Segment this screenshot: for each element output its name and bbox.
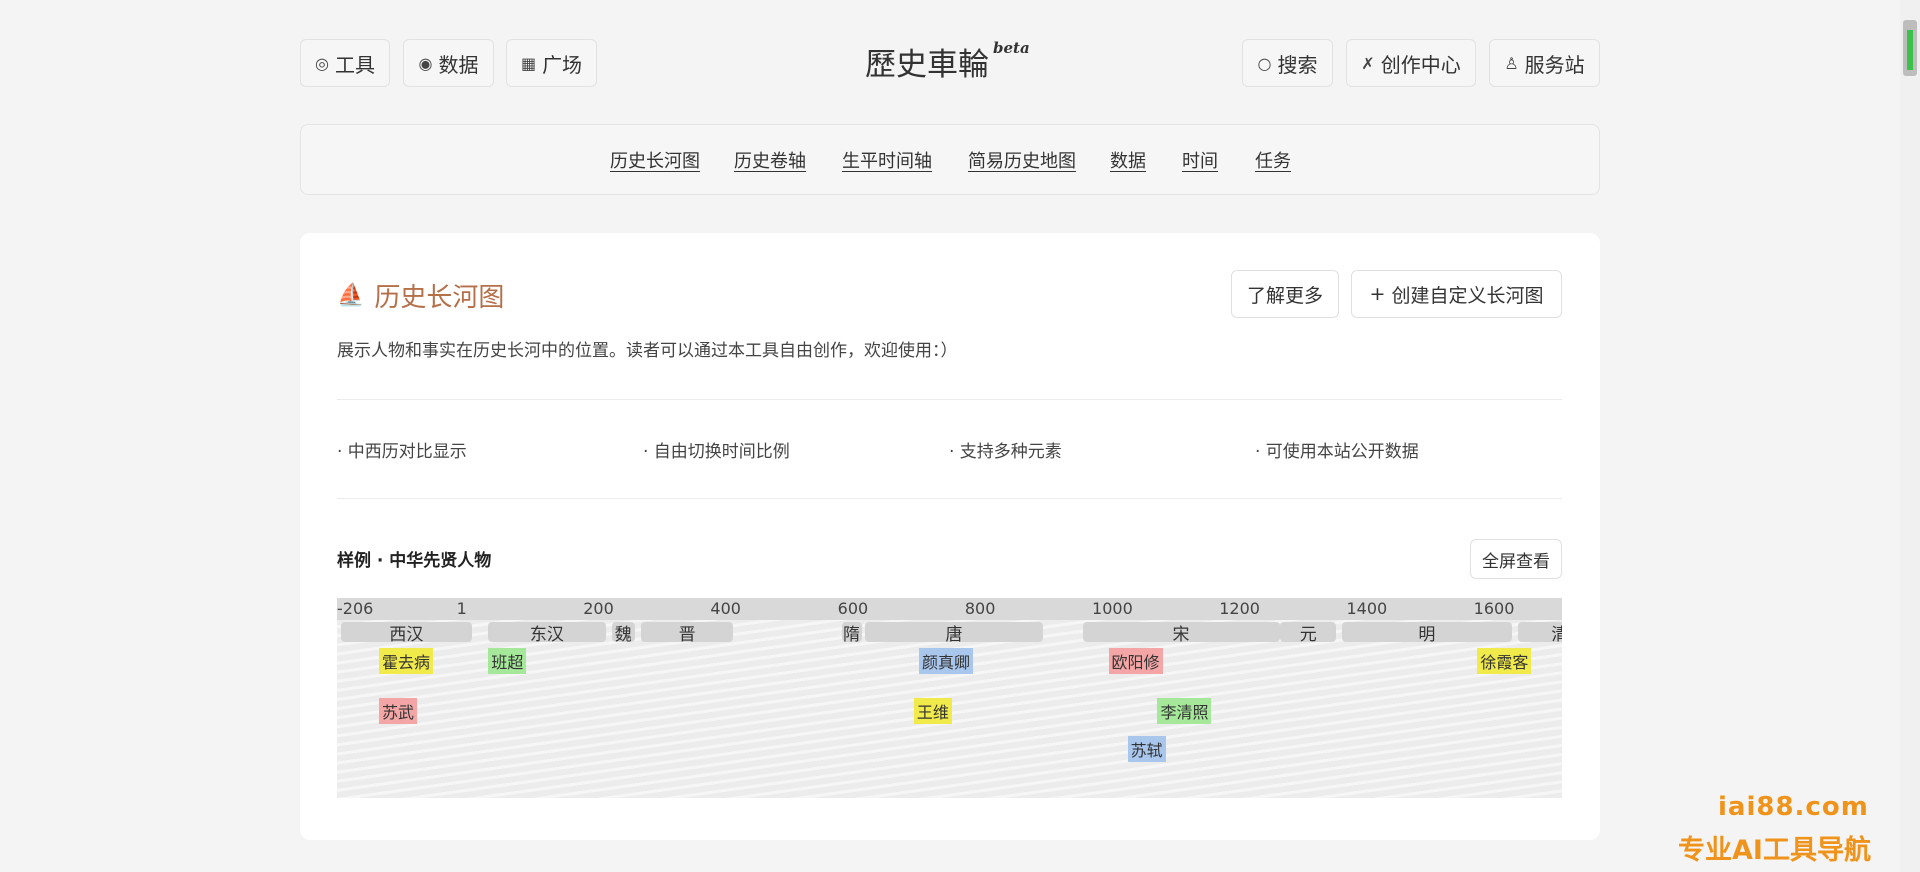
dynasty-band[interactable]: 晋 [641, 622, 734, 645]
search-icon: ○ [1257, 53, 1272, 73]
dynasty-band[interactable]: 唐 [865, 622, 1043, 645]
subnav-life-timeline[interactable]: 生平时间轴 [842, 147, 932, 173]
subnav-time[interactable]: 时间 [1182, 147, 1218, 173]
page-scrollbar[interactable] [1900, 0, 1920, 872]
creation-center-label: 创作中心 [1380, 52, 1461, 77]
year-tick: 1400 [1346, 599, 1388, 618]
dynasty-band[interactable]: 清 [1517, 622, 1562, 645]
year-tick: 200 [583, 599, 614, 618]
grid-icon: ▦ [520, 53, 537, 73]
data-label: 数据 [438, 52, 479, 77]
search-label: 搜索 [1277, 52, 1318, 77]
tools-button[interactable]: ◎ 工具 [300, 39, 390, 87]
subnav-history-river[interactable]: 历史长河图 [610, 147, 700, 173]
divider-bottom [337, 498, 1562, 499]
subnav-data[interactable]: 数据 [1110, 147, 1146, 173]
learn-more-button[interactable]: 了解更多 [1231, 270, 1339, 318]
dynasty-band[interactable]: 魏 [611, 622, 635, 645]
create-custom-label: 创建自定义长河图 [1391, 284, 1544, 307]
brand-name: 歷史車輪 [865, 47, 989, 83]
page-description: 展示人物和事实在历史长河中的位置。读者可以通过本工具自由创作，欢迎使用：） [337, 341, 958, 361]
year-tick: 1600 [1473, 599, 1515, 618]
sample-title: 样例 · 中华先贤人物 [337, 551, 492, 571]
feature-multi-elements: · 支持多种元素 [949, 442, 1062, 462]
year-tick: 800 [964, 599, 996, 618]
data-button[interactable]: ◉ 数据 [403, 39, 494, 87]
scrollbar-indicator [1907, 30, 1913, 70]
top-header: ◎ 工具 ◉ 数据 ▦ 广场 歷史車輪 beta ○ 搜索 ✗ 创作中心 ♙ 服务… [300, 39, 1600, 91]
page-title: ⛵ 历史长河图 [337, 277, 504, 314]
person-label[interactable]: 苏武 [378, 698, 417, 724]
year-tick: 1 [456, 599, 467, 618]
person-label[interactable]: 霍去病 [378, 648, 433, 674]
person-label[interactable]: 颜真卿 [918, 648, 973, 674]
divider-top [337, 399, 1562, 400]
person-label[interactable]: 徐霞客 [1477, 648, 1532, 674]
service-station-button[interactable]: ♙ 服务站 [1489, 39, 1600, 87]
year-tick: 1200 [1219, 599, 1260, 618]
year-tick: 1000 [1092, 599, 1133, 618]
person-label[interactable]: 苏轼 [1127, 736, 1166, 762]
plaza-button[interactable]: ▦ 广场 [506, 39, 597, 87]
feature-time-scale: · 自由切换时间比例 [643, 442, 790, 462]
dynasty-band[interactable]: 元 [1280, 622, 1337, 645]
search-button[interactable]: ○ 搜索 [1242, 39, 1333, 87]
fullscreen-label: 全屏查看 [1482, 551, 1550, 572]
fingerprint-icon: ◎ [315, 53, 329, 73]
subnav-tasks[interactable]: 任务 [1255, 147, 1291, 173]
creation-center-button[interactable]: ✗ 创作中心 [1346, 39, 1476, 87]
year-tick: 600 [837, 599, 869, 618]
dynasty-band[interactable]: 宋 [1082, 622, 1280, 645]
watermark-slogan: 专业AI工具导航 [1678, 835, 1871, 866]
feature-calendar-compare: · 中西历对比显示 [337, 442, 467, 462]
service-station-label: 服务站 [1524, 52, 1585, 77]
dynasty-band[interactable]: 西汉 [341, 622, 472, 645]
plus-icon: + [1369, 283, 1386, 305]
palette-icon: ◉ [418, 53, 433, 73]
page-title-text: 历史长河图 [374, 283, 505, 313]
sub-navigation: 历史长河图 历史卷轴 生平时间轴 简易历史地图 数据 时间 任务 [300, 124, 1600, 195]
fullscreen-button[interactable]: 全屏查看 [1470, 539, 1562, 579]
feature-public-data: · 可使用本站公开数据 [1255, 442, 1419, 462]
subnav-history-scroll[interactable]: 历史卷轴 [734, 147, 806, 173]
person-label[interactable]: 班超 [488, 648, 527, 674]
create-custom-button[interactable]: + 创建自定义长河图 [1351, 270, 1562, 318]
site-logo[interactable]: 歷史車輪 beta [865, 39, 1065, 91]
subnav-simple-map[interactable]: 简易历史地图 [968, 147, 1076, 173]
person-label[interactable]: 欧阳修 [1108, 648, 1163, 674]
year-tick: 400 [710, 599, 741, 618]
main-card: ⛵ 历史长河图 了解更多 + 创建自定义长河图 展示人物和事实在历史长河中的位置… [300, 233, 1600, 840]
plaza-label: 广场 [542, 52, 583, 77]
learn-more-label: 了解更多 [1246, 284, 1323, 307]
dynasty-band[interactable]: 东汉 [487, 622, 606, 645]
dynasty-band[interactable]: 隋 [841, 622, 862, 645]
person-label[interactable]: 王维 [913, 698, 952, 724]
boat-icon: ⛵ [337, 283, 365, 308]
dynasty-band[interactable]: 明 [1342, 622, 1512, 645]
year-axis: -206 1 200 400 600 800 1000 1200 1400 1600 [337, 598, 1562, 620]
brand-beta: beta [993, 39, 1030, 57]
history-river-chart[interactable]: -206 1 200 400 600 800 1000 1200 1400 1600 西汉 东汉魏晋… [337, 598, 1562, 798]
tools-icon: ✗ [1361, 53, 1375, 73]
person-label[interactable]: 李清照 [1157, 698, 1212, 724]
watermark-domain: iai88.com [1718, 792, 1869, 822]
tools-label: 工具 [334, 52, 375, 77]
year-tick: -206 [337, 599, 374, 618]
lock-icon: ♙ [1504, 53, 1519, 73]
